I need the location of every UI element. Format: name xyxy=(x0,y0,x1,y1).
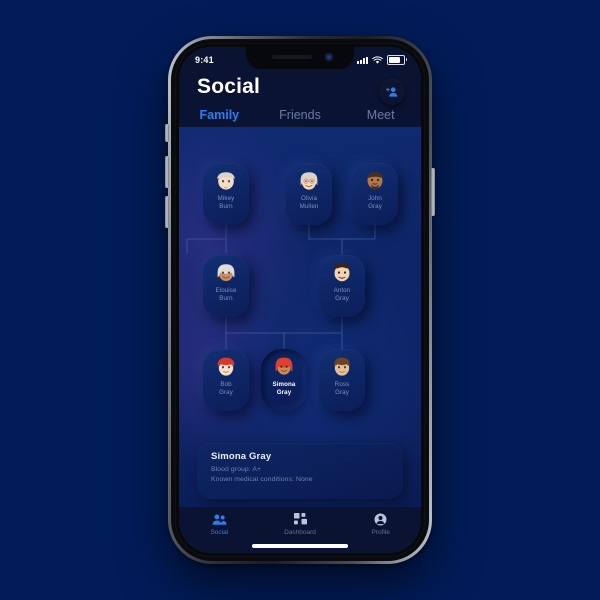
nav-label-social: Social xyxy=(210,529,229,536)
page-title: Social xyxy=(197,75,261,98)
avatar-ross xyxy=(330,354,354,378)
tab-meet[interactable]: Meet xyxy=(340,108,421,122)
front-camera-icon xyxy=(325,53,333,61)
nav-item-social[interactable]: Social xyxy=(179,513,260,536)
family-tree-panel: Mikey Burn Olivia Mullen John Gray Eloui… xyxy=(179,127,421,507)
wifi-icon xyxy=(372,55,383,64)
screenshot-stage: 9:41 Social Family Friends Meet Mikey Bu… xyxy=(0,0,600,600)
person-name-bob: Bob Gray xyxy=(219,381,233,396)
person-name-elouise: Elouise Burn xyxy=(215,287,237,302)
person-name-mikey: Mikey Burn xyxy=(217,195,235,210)
avatar-anton xyxy=(330,260,354,284)
person-icon xyxy=(374,513,387,526)
earpiece-speaker xyxy=(272,55,312,59)
nav-label-profile: Profile xyxy=(371,529,390,536)
avatar-simona xyxy=(272,354,296,378)
person-card-bob[interactable]: Bob Gray xyxy=(203,349,249,411)
battery-icon xyxy=(387,55,407,65)
add-person-button[interactable] xyxy=(379,79,405,105)
avatar-olivia xyxy=(297,168,321,192)
person-card-anton[interactable]: Anton Gray xyxy=(319,255,365,317)
status-time: 9:41 xyxy=(195,55,214,65)
phone-screen: 9:41 Social Family Friends Meet Mikey Bu… xyxy=(179,47,421,553)
nav-item-profile[interactable]: Profile xyxy=(340,513,421,536)
info-card-blood-group: Blood group: A+ xyxy=(211,465,262,473)
notch xyxy=(246,47,354,69)
person-card-simona[interactable]: Simona Gray xyxy=(261,349,307,411)
volume-down-button[interactable] xyxy=(165,196,169,228)
person-name-olivia: Olivia Mullen xyxy=(299,195,319,210)
phone-frame: 9:41 Social Family Friends Meet Mikey Bu… xyxy=(168,36,432,564)
nav-label-dashboard: Dashboard xyxy=(284,529,316,536)
avatar-mikey xyxy=(214,168,238,192)
person-name-ross: Ross Gray xyxy=(334,381,350,396)
person-name-john: John Gray xyxy=(368,195,382,210)
info-card-name: Simona Gray xyxy=(211,451,272,462)
person-card-ross[interactable]: Ross Gray xyxy=(319,349,365,411)
person-card-elouise[interactable]: Elouise Burn xyxy=(203,255,249,317)
home-indicator[interactable] xyxy=(252,544,348,548)
silent-switch[interactable] xyxy=(165,124,169,142)
info-card-conditions: Known medical conditions: None xyxy=(211,476,313,483)
status-indicators xyxy=(357,55,407,65)
cellular-signal-icon xyxy=(357,56,368,64)
person-card-olivia[interactable]: Olivia Mullen xyxy=(286,163,332,225)
people-icon xyxy=(212,514,227,525)
add-person-icon xyxy=(385,87,398,97)
tab-family[interactable]: Family xyxy=(179,108,260,122)
person-card-mikey[interactable]: Mikey Burn xyxy=(203,163,249,225)
volume-up-button[interactable] xyxy=(165,156,169,188)
avatar-bob xyxy=(214,354,238,378)
avatar-john xyxy=(363,168,387,192)
person-name-simona: Simona Gray xyxy=(272,381,296,396)
person-info-card[interactable]: Simona Gray Blood group: A+ Known medica… xyxy=(197,443,403,499)
power-button[interactable] xyxy=(431,168,435,216)
avatar-elouise xyxy=(214,260,238,284)
grid-icon xyxy=(293,513,307,525)
tab-friends[interactable]: Friends xyxy=(260,108,341,122)
nav-item-dashboard[interactable]: Dashboard xyxy=(260,513,341,536)
section-tabs: Family Friends Meet xyxy=(179,103,421,127)
app-header: Social Family Friends Meet xyxy=(179,73,421,127)
person-card-john[interactable]: John Gray xyxy=(352,163,398,225)
person-name-anton: Anton Gray xyxy=(333,287,351,302)
